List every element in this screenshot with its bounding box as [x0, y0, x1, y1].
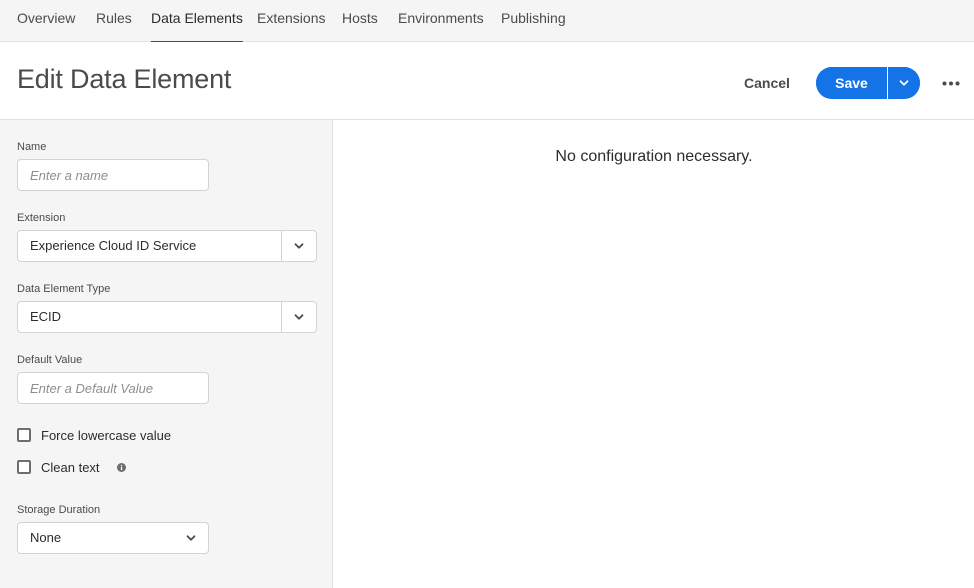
no-configuration-message: No configuration necessary. — [555, 148, 753, 165]
save-button[interactable]: Save — [816, 67, 888, 99]
save-button-group: Save — [816, 67, 920, 99]
cancel-button[interactable]: Cancel — [735, 67, 799, 99]
top-navigation: Overview Rules Data Elements Extensions … — [0, 0, 974, 43]
tab-rules[interactable]: Rules — [96, 0, 132, 42]
tab-extensions[interactable]: Extensions — [257, 0, 325, 42]
force-lowercase-option[interactable]: Force lowercase value — [17, 425, 171, 445]
info-icon[interactable] — [116, 462, 126, 472]
data-element-type-select[interactable]: ECID — [17, 301, 317, 333]
page-header: Edit Data Element Cancel Save — [0, 42, 974, 120]
clean-text-label: Clean text — [41, 459, 100, 475]
chevron-down-icon — [294, 314, 304, 320]
extension-dropdown-button[interactable] — [281, 231, 316, 261]
extension-select[interactable]: Experience Cloud ID Service — [17, 230, 317, 262]
force-lowercase-checkbox[interactable] — [17, 428, 31, 442]
tab-data-elements[interactable]: Data Elements — [151, 0, 243, 43]
tab-publishing[interactable]: Publishing — [501, 0, 566, 42]
configuration-panel: No configuration necessary. — [334, 120, 974, 588]
more-actions-button[interactable] — [938, 71, 964, 95]
chevron-down-icon — [294, 243, 304, 249]
storage-duration-select[interactable]: None — [17, 522, 209, 554]
data-element-type-dropdown-button[interactable] — [281, 302, 316, 332]
extension-select-value: Experience Cloud ID Service — [30, 238, 197, 253]
data-element-type-label: Data Element Type — [17, 283, 111, 295]
save-options-button[interactable] — [888, 67, 920, 99]
name-input[interactable] — [17, 159, 209, 191]
storage-duration-value: None — [30, 530, 62, 545]
tab-overview[interactable]: Overview — [17, 0, 75, 42]
extension-label: Extension — [17, 212, 66, 224]
clean-text-option[interactable]: Clean text — [17, 457, 126, 477]
storage-duration-label: Storage Duration — [17, 504, 101, 516]
tab-hosts[interactable]: Hosts — [342, 0, 378, 42]
settings-panel: Name Extension Experience Cloud ID Servi… — [0, 120, 333, 588]
force-lowercase-label: Force lowercase value — [41, 427, 172, 443]
tab-environments[interactable]: Environments — [398, 0, 484, 42]
clean-text-checkbox[interactable] — [17, 460, 31, 474]
chevron-down-icon — [899, 80, 909, 86]
page-title: Edit Data Element — [17, 64, 232, 94]
default-value-input[interactable] — [17, 372, 209, 404]
default-value-label: Default Value — [17, 354, 83, 366]
ellipsis-icon — [942, 81, 960, 85]
name-label: Name — [17, 141, 47, 153]
data-element-type-value: ECID — [30, 309, 62, 324]
chevron-down-icon — [186, 535, 196, 541]
